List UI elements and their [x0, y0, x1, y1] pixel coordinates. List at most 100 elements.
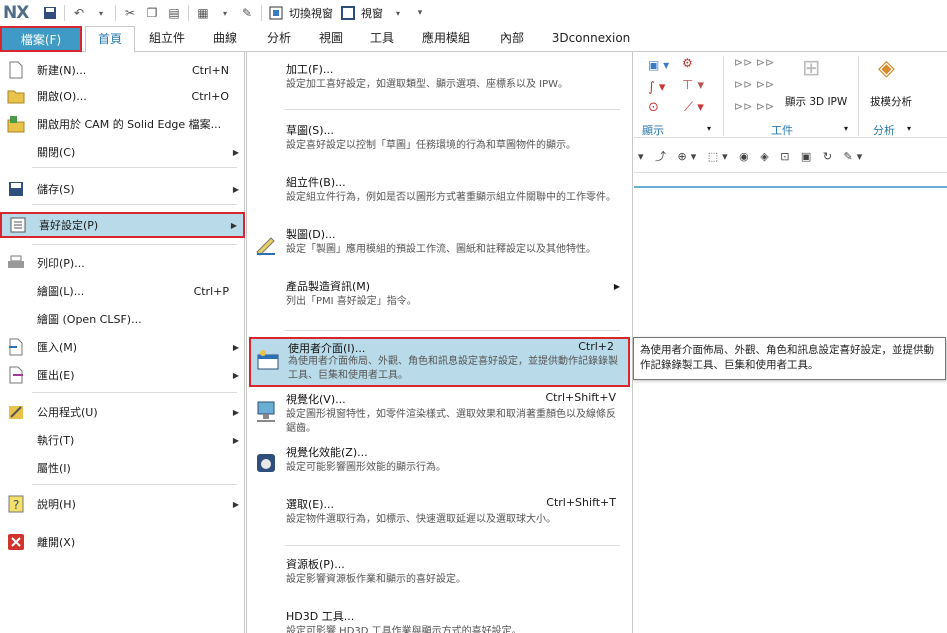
- cut-icon[interactable]: ✂: [121, 4, 139, 22]
- tool-icon[interactable]: ⚙: [682, 56, 693, 70]
- submenu-item-sketch[interactable]: 草圖(S)... 設定喜好設定以控制「草圖」任務環境的行為和草圖物件的顯示。: [249, 122, 630, 162]
- submenu-item-pmi[interactable]: 產品製造資訊(M) ▶ 列出「PMI 喜好設定」指令。: [249, 278, 630, 312]
- menu-item-label: 匯入(M): [37, 341, 78, 354]
- tab-assemblies[interactable]: 組立件: [142, 26, 192, 52]
- paste-icon[interactable]: ▤: [165, 4, 183, 22]
- tab-curves[interactable]: 曲線: [202, 26, 248, 52]
- tab-analysis[interactable]: 分析: [256, 26, 302, 52]
- group-expand-icon[interactable]: ▾: [907, 124, 911, 133]
- tab-internal[interactable]: 內部: [490, 26, 534, 52]
- customize-icon[interactable]: ▾: [411, 4, 429, 22]
- submenu-item-title: HD3D 工具...: [286, 610, 355, 623]
- menu-item-help[interactable]: ? 說明(H) ▶: [0, 493, 245, 515]
- exit-icon: [6, 532, 26, 552]
- show-3d-ipw-button[interactable]: 顯示 3D IPW: [785, 94, 847, 109]
- group-expand-icon[interactable]: ▾: [707, 124, 711, 133]
- submenu-item-description: 列出「PMI 喜好設定」指令。: [286, 296, 417, 307]
- toolbar-divider: [188, 5, 189, 21]
- menu-item-label: 關閉(C): [37, 146, 76, 159]
- group-expand-icon[interactable]: ▾: [844, 124, 848, 133]
- window-icon[interactable]: [339, 4, 357, 22]
- draft-analysis-icon[interactable]: ◈: [878, 56, 895, 81]
- submenu-item-resource-bar[interactable]: 資源板(P)... 設定影響資源板作業和顯示的喜好設定。: [249, 556, 630, 592]
- menu-item-plot-clsf[interactable]: 繪圖 (Open CLSF)...: [0, 308, 245, 330]
- window-button[interactable]: 視窗: [361, 5, 383, 21]
- dropdown-icon[interactable]: ▾: [92, 4, 110, 22]
- submenu-item-description: 設定加工喜好設定，如選取類型、顯示選項、座標系以及 IPW。: [286, 79, 569, 90]
- submenu-item-shortcut: Ctrl+2: [578, 340, 614, 353]
- submenu-item-manufacturing[interactable]: 加工(F)... 設定加工喜好設定，如選取類型、顯示選項、座標系以及 IPW。: [249, 61, 630, 101]
- menu-item-save[interactable]: 儲存(S) ▶: [0, 178, 245, 200]
- quick-access-toolbar: NX ↶ ▾ ✂ ❐ ▤ ▦ ▾ ✎ 切換視窗 視窗 ▾ ▾: [0, 0, 947, 26]
- submenu-item-drafting[interactable]: 製圖(D)... 設定「製圖」應用模組的預設工作流、圖紙和註釋設定以及其他特性。: [249, 226, 630, 276]
- workpiece-icon[interactable]: ⊳⊳ ⊳⊳: [734, 56, 774, 69]
- workpiece-icon[interactable]: ⊳⊳ ⊳⊳: [734, 78, 774, 91]
- menu-item-execute[interactable]: 執行(T) ▶: [0, 429, 245, 451]
- display-icon[interactable]: ▣ ▾: [648, 58, 669, 72]
- switch-window-button[interactable]: 切換視窗: [289, 5, 333, 21]
- submenu-item-title: 產品製造資訊(M): [286, 280, 371, 293]
- tool-icon[interactable]: ⊤ ▾: [682, 78, 704, 93]
- submenu-arrow-icon: ▶: [232, 407, 239, 417]
- submenu-item-hd3d-tools[interactable]: HD3D 工具... 設定可影響 HD3D 工具作業與顯示方式的喜好設定。: [249, 608, 630, 633]
- menu-item-import[interactable]: 匯入(M) ▶: [0, 336, 245, 358]
- submenu-item-title: 使用者介面(I)...: [288, 342, 366, 355]
- switch-window-icon[interactable]: [267, 4, 285, 22]
- dropdown-icon[interactable]: ▾: [389, 4, 407, 22]
- visualization-performance-icon: [255, 452, 279, 476]
- point-icon[interactable]: ⊙: [648, 100, 659, 115]
- menu-item-print[interactable]: 列印(P)...: [0, 252, 245, 274]
- submenu-item-visualization-performance[interactable]: 視覺化效能(Z)... 設定可能影響圖形效能的顯示行為。: [249, 444, 630, 480]
- submenu-arrow-icon: ▶: [232, 499, 239, 509]
- solid-edge-icon: [6, 114, 26, 134]
- ribbon-panel: ▣ ▾ ⚙ ∫ ▾ ⊤ ▾ ⊙ ⟋ ▾ 顯示 ▾ ⊳⊳ ⊳⊳ ⊳⊳ ⊳⊳ ⊳⊳ …: [634, 52, 947, 138]
- tab-view[interactable]: 視圖: [308, 26, 354, 52]
- menu-item-preferences[interactable]: 喜好設定(P) ▶: [0, 212, 245, 238]
- menu-item-plot[interactable]: 繪圖(L)... Ctrl+P: [0, 280, 245, 302]
- submenu-arrow-icon: ▶: [232, 435, 239, 445]
- graphics-window[interactable]: [634, 173, 947, 633]
- ipw-icon[interactable]: ⊞: [802, 56, 820, 81]
- selection-tools-icon[interactable]: ▾ ⤴ ⊕▾ ⬚▾ ◉ ◈ ⊡ ▣ ↻ ✎▾: [638, 148, 866, 164]
- submenu-item-user-interface[interactable]: 使用者介面(I)... Ctrl+2 為使用者介面佈局、外觀、角色和訊息設定喜好…: [249, 337, 630, 387]
- submenu-item-title: 資源板(P)...: [286, 558, 345, 571]
- draft-analysis-button[interactable]: 拔模分析: [870, 94, 912, 109]
- menu-item-export[interactable]: 匯出(E) ▶: [0, 364, 245, 386]
- tab-tools[interactable]: 工具: [360, 26, 404, 52]
- pencil-icon[interactable]: ✎: [238, 4, 256, 22]
- menu-item-label: 喜好設定(P): [39, 219, 99, 232]
- dropdown-icon[interactable]: ▾: [216, 4, 234, 22]
- tab-home[interactable]: 首頁: [85, 26, 135, 53]
- undo-icon[interactable]: ↶: [70, 4, 88, 22]
- copy-icon[interactable]: ❐: [143, 4, 161, 22]
- menu-item-close[interactable]: 關閉(C) ▶: [0, 141, 245, 163]
- menu-divider: [285, 330, 620, 331]
- submenu-item-shortcut: Ctrl+Shift+V: [545, 391, 616, 404]
- menu-item-open[interactable]: 開啟(O)... Ctrl+O: [0, 85, 245, 107]
- ribbon-group-analysis: 分析: [873, 124, 895, 137]
- submenu-item-assemblies[interactable]: 組立件(B)... 設定組立件行為，例如是否以圖形方式著重顯示組立件關聯中的工作…: [249, 174, 630, 224]
- menu-item-open-solid-edge[interactable]: 開啟用於 CAM 的 Solid Edge 檔案...: [0, 113, 245, 135]
- utilities-icon: [6, 402, 26, 422]
- save-icon[interactable]: [41, 4, 59, 22]
- menu-item-utilities[interactable]: 公用程式(U) ▶: [0, 401, 245, 423]
- line-icon[interactable]: ⟋ ▾: [684, 100, 704, 115]
- menu-item-properties[interactable]: 屬性(I): [0, 457, 245, 479]
- menu-item-new[interactable]: 新建(N)... Ctrl+N: [0, 59, 245, 81]
- curve-icon[interactable]: ∫ ▾: [648, 80, 665, 95]
- submenu-item-visualization[interactable]: 視覺化(V)... Ctrl+Shift+V 設定圖形視窗特性，如零件渲染樣式、…: [249, 391, 630, 441]
- user-interface-icon: [257, 349, 281, 373]
- submenu-item-description: 為使用者介面佈局、外觀、角色和訊息設定喜好設定，並提供動作記錄錄製工具、巨集和使…: [288, 356, 618, 381]
- workpiece-icon[interactable]: ⊳⊳ ⊳⊳: [734, 100, 774, 113]
- tab-application[interactable]: 應用模組: [414, 26, 478, 52]
- touch-mode-icon[interactable]: ▦: [194, 4, 212, 22]
- tab-file[interactable]: 檔案(F): [0, 26, 82, 52]
- submenu-item-selection[interactable]: 選取(E)... Ctrl+Shift+T 設定物件選取行為，如標示、快速選取延…: [249, 496, 630, 532]
- tab-3dconnexion[interactable]: 3Dconnexion: [542, 26, 640, 52]
- preferences-submenu: 加工(F)... 設定加工喜好設定，如選取類型、顯示選項、座標系以及 IPW。 …: [246, 52, 633, 633]
- ribbon-divider: [858, 56, 859, 136]
- visualization-icon: [255, 401, 279, 425]
- submenu-item-title: 加工(F)...: [286, 63, 334, 76]
- menu-item-exit[interactable]: 離開(X): [0, 531, 245, 553]
- menu-divider: [32, 204, 237, 205]
